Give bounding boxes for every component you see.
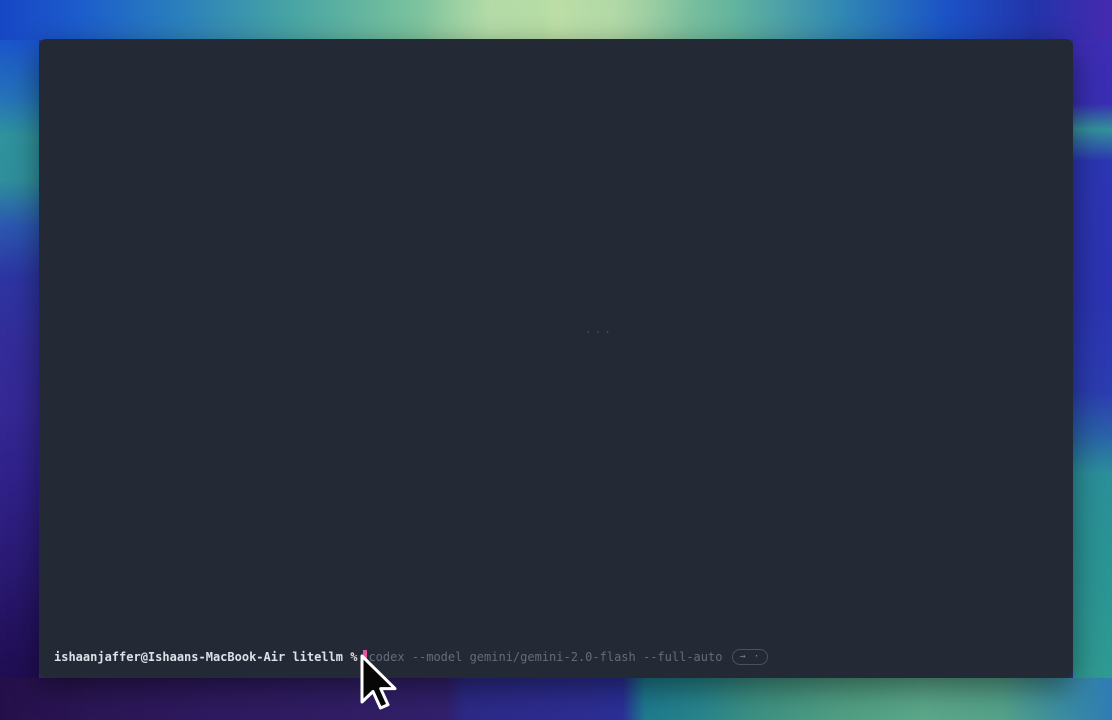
desktop: { "desktop": { "wallpaper_colors": ["#1b… <box>0 0 1112 720</box>
terminal-loading-ellipsis: ... <box>585 323 614 336</box>
terminal-window[interactable]: ... ishaanjaffer@Ishaans-MacBook-Air lit… <box>39 39 1073 678</box>
wallpaper-top <box>0 0 1112 40</box>
autosuggestion-text: codex --model gemini/gemini-2.0-flash --… <box>368 649 722 665</box>
wallpaper-right <box>1073 40 1112 678</box>
text-cursor <box>363 650 367 665</box>
wallpaper-left <box>0 40 39 678</box>
terminal-prompt-line[interactable]: ishaanjaffer@Ishaans-MacBook-Air litellm… <box>54 649 1061 665</box>
accept-suggestion-hint-badge: → · <box>732 649 767 665</box>
wallpaper-bottom <box>0 678 1112 720</box>
shell-prompt: ishaanjaffer@Ishaans-MacBook-Air litellm… <box>54 649 357 665</box>
